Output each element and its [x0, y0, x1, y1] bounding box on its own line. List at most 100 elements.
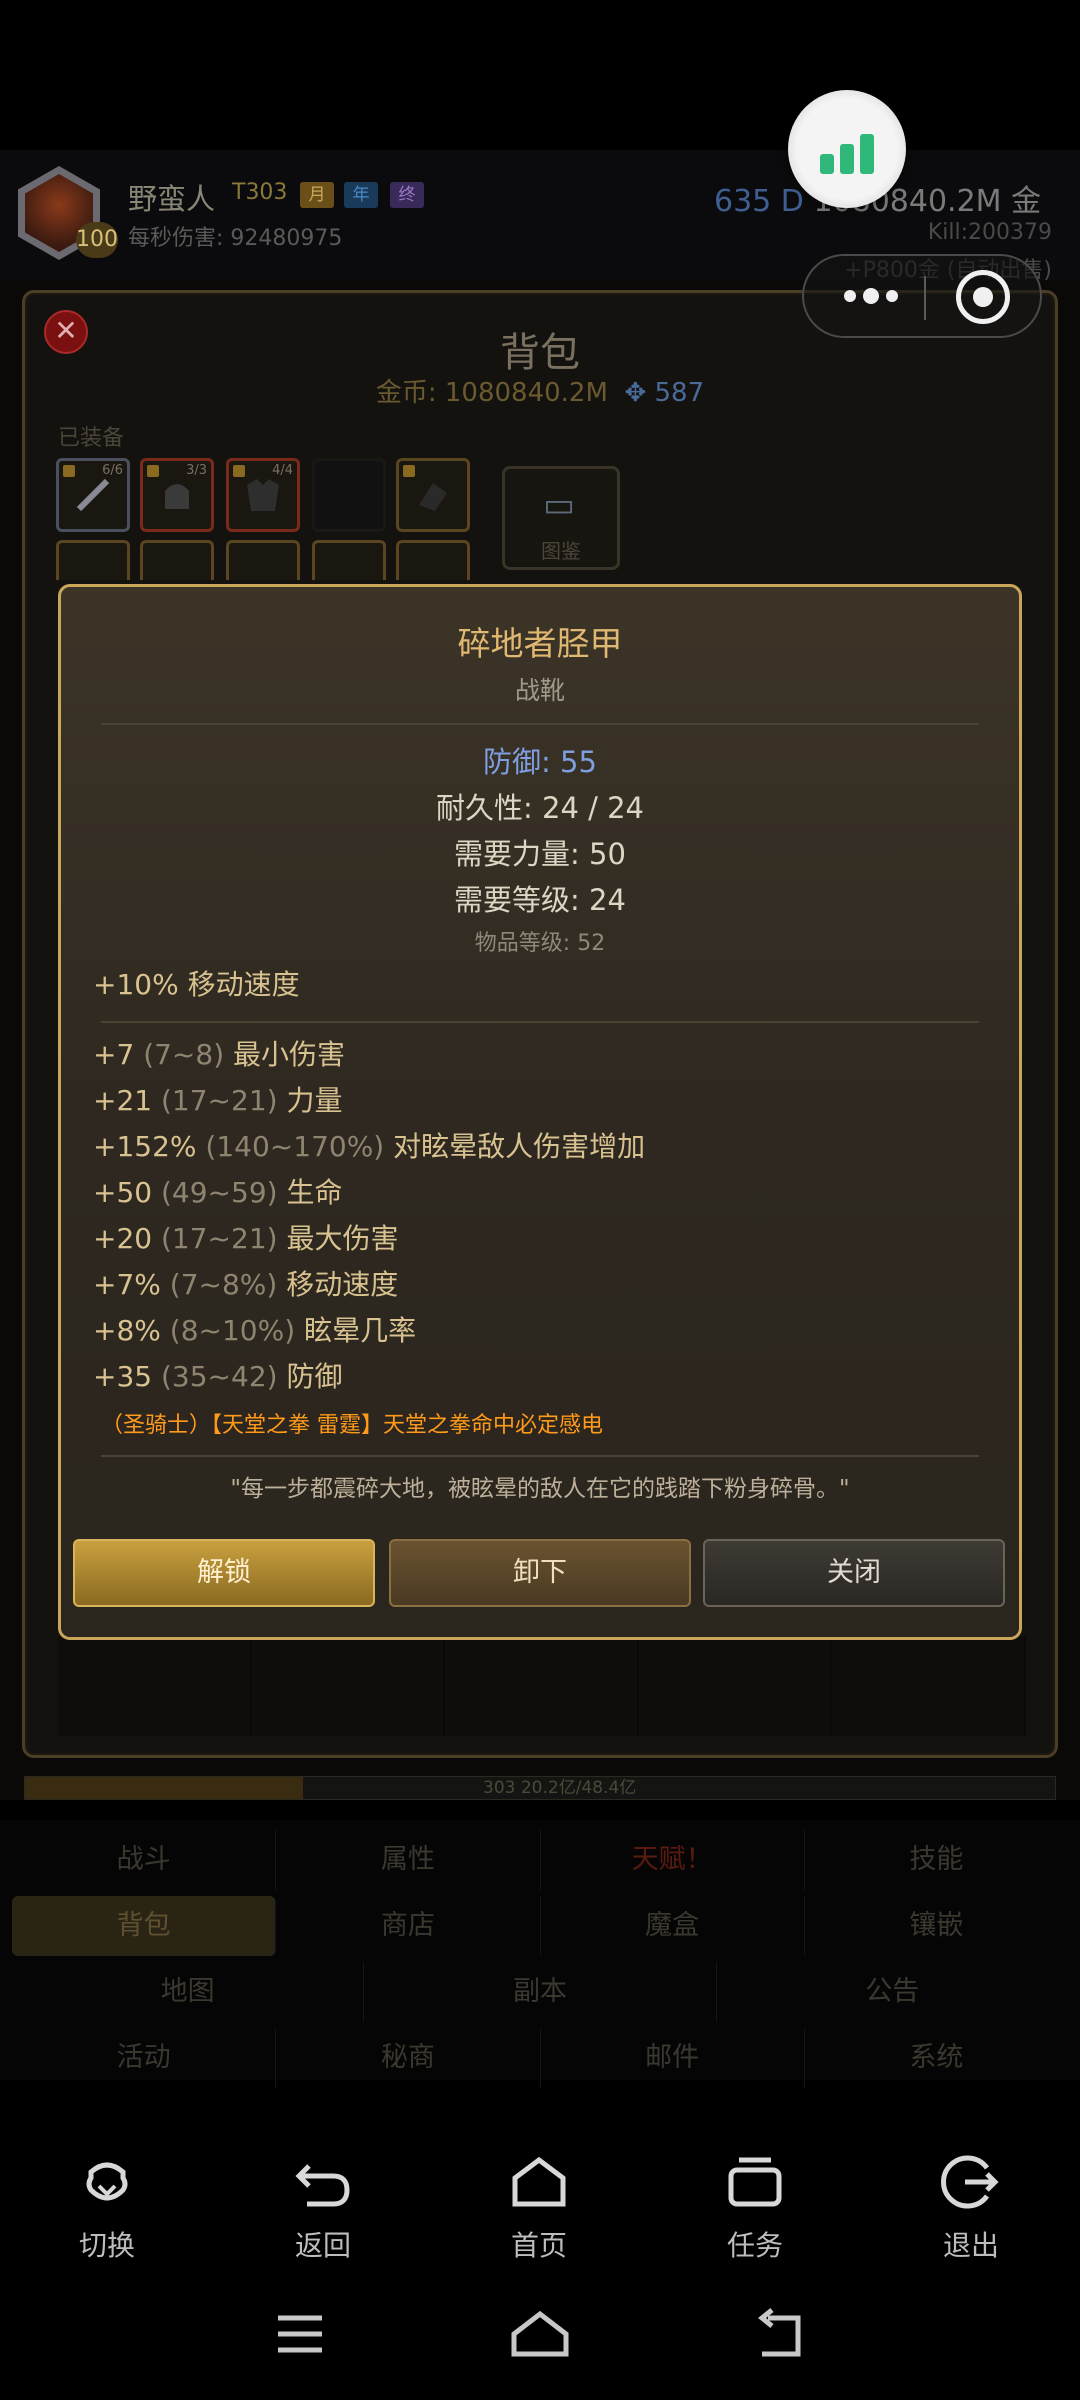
equip-slot-row2[interactable] — [312, 540, 386, 580]
inventory-cell[interactable] — [638, 1636, 833, 1736]
menu-backpack[interactable]: 背包 — [12, 1896, 277, 1956]
helmet-icon — [165, 484, 189, 509]
menu-row: 背包 商店 魔盒 镶嵌 — [12, 1896, 1068, 1956]
divider — [101, 1021, 979, 1023]
item-required-level: 需要等级: 24 — [454, 883, 626, 917]
equip-slot-helm[interactable]: 3/3 — [140, 458, 214, 532]
host-back-label: 返回 — [294, 2229, 351, 2262]
item-name: 碎地者胫甲 — [457, 624, 623, 663]
dps-readout: 每秒伤害: 92480975 — [128, 226, 343, 251]
game-menu: 战斗 属性 天赋！ 技能 背包 商店 魔盒 镶嵌 地图 副本 公告 活动 秘商 … — [0, 1820, 1080, 2088]
tasks-icon — [728, 2157, 782, 2207]
tag-lifetime: 终 — [390, 182, 424, 208]
menu-mail[interactable]: 邮件 — [541, 2028, 805, 2088]
close-button[interactable]: 关闭 — [703, 1539, 1005, 1607]
host-tasks-button[interactable]: 任务 — [680, 2152, 830, 2272]
equip-slot-row2[interactable] — [396, 540, 470, 580]
backpack-gems: 587 — [654, 378, 705, 408]
experience-bar: 303 20.2亿/48.4亿 — [24, 1776, 1056, 1800]
character-level-badge: 100 — [76, 222, 118, 258]
character-tier: T303 — [232, 180, 288, 205]
equip-slot-armor[interactable]: 4/4 — [226, 458, 300, 532]
host-tasks-label: 任务 — [726, 2229, 783, 2262]
unequip-button[interactable]: 卸下 — [389, 1539, 691, 1607]
backpack-gold: 金币: 1080840.2M — [375, 378, 608, 408]
switch-icon — [86, 2162, 128, 2201]
host-home-button[interactable]: 首页 — [464, 2152, 614, 2272]
signal-bar — [860, 134, 874, 174]
menu-skills[interactable]: 技能 — [805, 1830, 1068, 1890]
menu-icon[interactable] — [274, 2308, 326, 2364]
inventory-cell[interactable] — [251, 1636, 446, 1736]
home-icon — [512, 2156, 566, 2207]
affix-line: +7% (7~8%) 移动速度 — [93, 1268, 399, 1301]
affix-line: +35 (35~42) 防御 — [93, 1360, 343, 1393]
gloves-icon — [419, 483, 447, 511]
tag-month: 月 — [300, 182, 334, 208]
affix-line: +7 (7~8) 最小伤害 — [93, 1038, 346, 1071]
menu-announcement[interactable]: 公告 — [717, 1962, 1068, 2022]
tag-year: 年 — [344, 182, 378, 208]
capsule-divider — [924, 276, 926, 320]
menu-socket[interactable]: 镶嵌 — [805, 1896, 1068, 1956]
affix-line: +21 (17~21) 力量 — [93, 1084, 343, 1117]
gem-icon: ✥ — [624, 378, 647, 408]
menu-attributes[interactable]: 属性 — [276, 1830, 541, 1890]
host-exit-button[interactable]: 退出 — [896, 2152, 1046, 2272]
equip-slot-row2[interactable] — [226, 540, 300, 580]
menu-map[interactable]: 地图 — [12, 1962, 365, 2022]
more-options-icon[interactable] — [836, 276, 906, 316]
equip-slot-row2[interactable] — [56, 540, 130, 580]
menu-row: 地图 副本 公告 — [12, 1962, 1068, 2022]
armor-icon — [247, 479, 279, 511]
menu-system[interactable]: 系统 — [805, 2028, 1068, 2088]
exit-icon — [941, 2155, 999, 2209]
menu-secret-shop[interactable]: 秘商 — [276, 2028, 541, 2088]
affix-line: +152% (140~170%) 对眩晕敌人伤害增加 — [93, 1130, 646, 1163]
character-name: 野蛮人 — [128, 182, 216, 216]
menu-talents[interactable]: 天赋！ — [541, 1830, 805, 1890]
sword-icon — [76, 478, 110, 512]
menu-shop[interactable]: 商店 — [276, 1896, 541, 1956]
menu-dungeon[interactable]: 副本 — [364, 1962, 717, 2022]
equip-slot-gloves[interactable] — [396, 458, 470, 532]
host-switch-button[interactable]: 切换 — [32, 2152, 182, 2272]
inventory-cell[interactable] — [832, 1636, 1026, 1736]
affix-line: +50 (49~59) 生命 — [93, 1176, 343, 1209]
performance-monitor-button[interactable] — [788, 90, 906, 208]
experience-fill — [25, 1777, 304, 1799]
inventory-cell[interactable] — [58, 1636, 252, 1736]
menu-events[interactable]: 活动 — [12, 2028, 277, 2088]
system-home-icon[interactable] — [510, 2308, 570, 2364]
exit-miniprogram-icon[interactable] — [956, 270, 1010, 324]
item-durability: 耐久性: 24 / 24 — [436, 791, 644, 825]
host-home-label: 首页 — [510, 2229, 567, 2262]
equipped-label: 已装备 — [58, 426, 125, 451]
divider — [101, 1455, 979, 1457]
miniprogram-capsule — [802, 254, 1042, 338]
equip-slot-empty[interactable] — [312, 458, 386, 532]
item-type: 战靴 — [514, 676, 565, 705]
codex-button[interactable]: ▭ 图鉴 — [502, 466, 620, 570]
book-icon: ▭ — [543, 485, 576, 525]
host-switch-label: 切换 — [78, 2229, 135, 2262]
codex-label: 图鉴 — [541, 539, 581, 563]
menu-magic-box[interactable]: 魔盒 — [541, 1896, 805, 1956]
backpack-currency: 金币: 1080840.2M ✥ 587 — [0, 372, 1080, 409]
signal-bar — [820, 154, 834, 174]
unlock-button[interactable]: 解锁 — [73, 1539, 375, 1607]
host-back-button[interactable]: 返回 — [248, 2152, 398, 2272]
affix-line: +8% (8~10%) 眩晕几率 — [93, 1314, 417, 1347]
item-tooltip: 碎地者胫甲 战靴 防御: 55 耐久性: 24 / 24 需要力量: 50 需要… — [58, 584, 1022, 1640]
kill-count: Kill:200379 — [927, 220, 1052, 245]
diamond-count: 635 D — [714, 184, 804, 219]
menu-battle[interactable]: 战斗 — [12, 1830, 277, 1890]
menu-row: 活动 秘商 邮件 系统 — [12, 2028, 1068, 2088]
inventory-cell[interactable] — [445, 1636, 639, 1736]
item-level: 物品等级: 52 — [474, 931, 606, 956]
equip-slot-weapon[interactable]: 6/6 — [56, 458, 130, 532]
menu-row: 战斗 属性 天赋！ 技能 — [12, 1830, 1068, 1890]
system-back-icon[interactable] — [754, 2308, 806, 2364]
inventory-grid — [58, 1636, 1026, 1736]
equip-slot-row2[interactable] — [140, 540, 214, 580]
